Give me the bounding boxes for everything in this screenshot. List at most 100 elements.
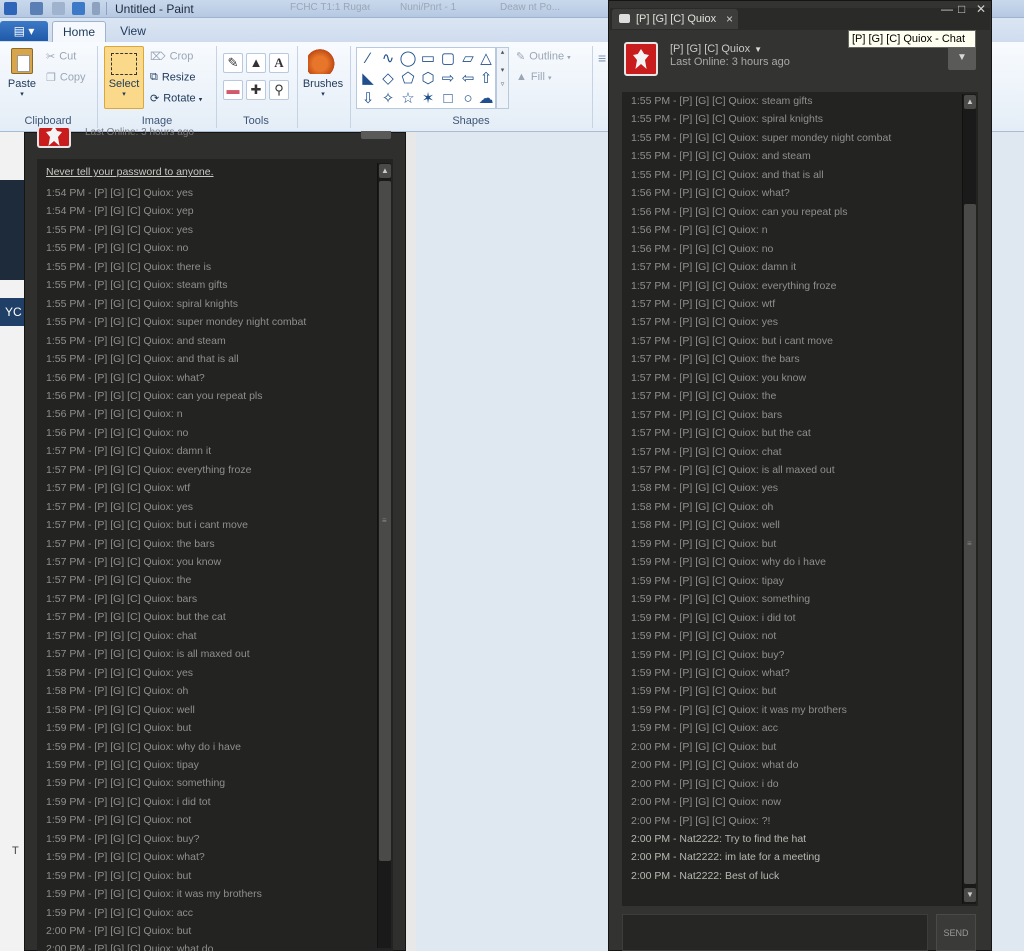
tab-view[interactable]: View (112, 21, 154, 42)
chat-message: 1:55 PM - [P] [G] [C] Quiox: super monde… (46, 316, 307, 329)
brushes-button[interactable]: Brushes ▾ (301, 48, 345, 98)
chat-message: 1:55 PM - [P] [G] [C] Quiox: there is (46, 260, 212, 273)
left-header-dropdown[interactable] (361, 131, 391, 139)
resize-button[interactable]: ⧉ Resize (150, 71, 195, 84)
chat-tab[interactable]: [P] [G] [C] Quiox × (612, 9, 738, 29)
five-point-star-shape-icon[interactable]: ☆ (398, 89, 418, 109)
eraser-icon[interactable]: ▬ (223, 80, 243, 100)
copy-button[interactable]: ❐ Copy (46, 71, 86, 84)
quick-access-dropdown-icon[interactable] (92, 2, 100, 15)
rotate-button[interactable]: ⟳ Rotate ▾ (150, 92, 202, 105)
chat-message: 1:57 PM - [P] [G] [C] Quiox: but i cant … (631, 334, 833, 347)
chat-message: 1:58 PM - [P] [G] [C] Quiox: yes (631, 482, 779, 495)
oval-shape-icon[interactable]: ◯ (398, 49, 418, 69)
rectangle-shape-icon[interactable]: ▭ (418, 49, 438, 69)
hexagon-shape-icon[interactable]: ⬡ (418, 69, 438, 89)
scroll-up-icon[interactable]: ▲ (964, 95, 976, 109)
close-window-icon[interactable]: ✕ (976, 2, 986, 16)
chat-options-dropdown[interactable]: ▼ (948, 46, 976, 70)
chat-message: 1:59 PM - [P] [G] [C] Quiox: not (631, 630, 777, 643)
chat-message: 1:59 PM - [P] [G] [C] Quiox: tipay (46, 758, 199, 771)
maximize-icon[interactable]: □ (958, 2, 965, 16)
left-arrow-shape-icon[interactable]: ⇦ (458, 69, 478, 89)
paste-button[interactable]: Paste ▾ (6, 48, 38, 98)
chat-message: 1:59 PM - [P] [G] [C] Quiox: but (631, 685, 777, 698)
eagle-icon (633, 49, 649, 69)
right-chat-scrollbar[interactable]: ▲ ≡ ▼ (962, 94, 976, 904)
shapes-scroll-up-icon[interactable]: ▴ (497, 48, 508, 56)
fill-dropdown-icon: ▾ (548, 75, 552, 82)
security-notice-link[interactable]: Never tell your password to anyone. (46, 166, 214, 178)
chat-message: 1:59 PM - [P] [G] [C] Quiox: why do i ha… (631, 556, 826, 569)
select-button[interactable]: Select ▾ (104, 46, 144, 109)
line-shape-icon[interactable]: ∕ (358, 49, 378, 69)
diamond-shape-icon[interactable]: ◇ (378, 69, 398, 89)
outline-dropdown-icon: ▾ (567, 54, 571, 62)
left-friend-avatar[interactable] (37, 126, 71, 148)
shapes-gallery: ∕ ∿ ◯ ▭ ▢ ▱ △ ◣ ◇ ⬠ ⬡ ⇨ ⇦ ⇧ ⇩ ✧ ☆ ✶ □ ○ … (356, 47, 496, 109)
curve-shape-icon[interactable]: ∿ (378, 49, 398, 69)
redo-icon[interactable] (72, 2, 85, 15)
chat-message: 1:59 PM - [P] [G] [C] Quiox: buy? (631, 648, 785, 661)
oval-callout-shape-icon[interactable]: ○ (458, 89, 478, 109)
size-icon[interactable]: ≡ (598, 50, 606, 66)
cloud-callout-shape-icon[interactable]: ☁ (476, 89, 496, 109)
chat-message: 1:57 PM - [P] [G] [C] Quiox: the bars (631, 353, 800, 366)
outline-button[interactable]: ✎ Outline ▾ (516, 50, 571, 63)
polygon-shape-icon[interactable]: ▱ (458, 49, 478, 69)
magnifier-icon[interactable]: ⚲ (269, 80, 289, 100)
close-tab-icon[interactable]: × (726, 9, 733, 29)
minimize-icon[interactable]: — (941, 2, 953, 16)
rotate-dropdown-icon: ▾ (198, 96, 203, 104)
chat-message-input[interactable] (622, 914, 928, 951)
crop-button[interactable]: ⌦ Crop (150, 50, 193, 63)
paint-app-icon[interactable] (4, 2, 17, 15)
background-tab[interactable]: Deaw nt Po... 1 (500, 2, 560, 16)
up-arrow-shape-icon[interactable]: ⇧ (476, 69, 496, 89)
file-menu-button[interactable]: ▤ ▾ (0, 21, 48, 41)
chat-message: 1:57 PM - [P] [G] [C] Quiox: yes (46, 500, 194, 513)
background-desktop-area (416, 132, 606, 951)
chat-message: 1:59 PM - [P] [G] [C] Quiox: but (46, 722, 192, 735)
right-arrow-shape-icon[interactable]: ⇨ (438, 69, 458, 89)
select-rectangle-icon (111, 53, 137, 75)
right-scroll-thumb[interactable]: ≡ (964, 204, 976, 884)
crop-icon: ⌦ (150, 51, 166, 63)
left-chat-scrollbar[interactable]: ▲ ≡ (377, 163, 391, 948)
send-button[interactable]: SEND (936, 914, 976, 951)
group-divider (592, 46, 593, 128)
background-tab[interactable]: FCHC T1:1 Rugaella Stud(o 1 (290, 2, 370, 16)
rounded-rectangle-shape-icon[interactable]: ▢ (438, 49, 458, 69)
four-point-star-shape-icon[interactable]: ✧ (378, 89, 398, 109)
cut-button[interactable]: ✂ Cut (46, 50, 76, 63)
text-tool-icon[interactable]: A (269, 53, 289, 73)
right-triangle-shape-icon[interactable]: ◣ (358, 69, 378, 89)
friend-avatar[interactable] (624, 42, 658, 76)
six-point-star-shape-icon[interactable]: ✶ (418, 89, 438, 109)
shapes-scroll-down-icon[interactable]: ▾ (497, 66, 508, 74)
shapes-expand-icon[interactable]: ▿ (497, 80, 508, 88)
speech-bubble-shape-icon[interactable]: □ (438, 89, 458, 109)
brush-icon (308, 48, 338, 74)
color-picker-icon[interactable]: ✚ (246, 80, 266, 100)
tab-home[interactable]: Home (52, 21, 106, 42)
chat-message: 1:57 PM - [P] [G] [C] Quiox: but the cat (46, 611, 226, 624)
shapes-scrollbar[interactable]: ▴ ▾ ▿ (496, 47, 509, 109)
down-arrow-shape-icon[interactable]: ⇩ (358, 89, 378, 109)
scroll-down-icon[interactable]: ▼ (964, 888, 976, 902)
triangle-shape-icon[interactable]: △ (476, 49, 496, 69)
scroll-up-icon[interactable]: ▲ (379, 164, 391, 178)
left-scroll-thumb[interactable]: ≡ (379, 181, 391, 861)
pencil-icon[interactable]: ✎ (223, 53, 243, 73)
fill-button[interactable]: ▲ Fill ▾ (516, 71, 552, 83)
chat-message: 2:00 PM - [P] [G] [C] Quiox: ?! (631, 814, 771, 827)
undo-icon[interactable] (52, 2, 65, 15)
chat-message: 1:57 PM - [P] [G] [C] Quiox: the (631, 390, 777, 403)
pentagon-shape-icon[interactable]: ⬠ (398, 69, 418, 89)
fill-bucket-icon[interactable]: ▲ (246, 53, 266, 73)
save-icon[interactable] (30, 2, 43, 15)
background-tab[interactable]: Nuni/Pnrt - 1 (400, 2, 470, 16)
chat-message: 2:00 PM - [P] [G] [C] Quiox: what do (631, 759, 799, 772)
resize-icon: ⧉ (150, 71, 158, 83)
friend-name-menu[interactable]: [P] [G] [C] Quiox ▼ (670, 43, 762, 55)
